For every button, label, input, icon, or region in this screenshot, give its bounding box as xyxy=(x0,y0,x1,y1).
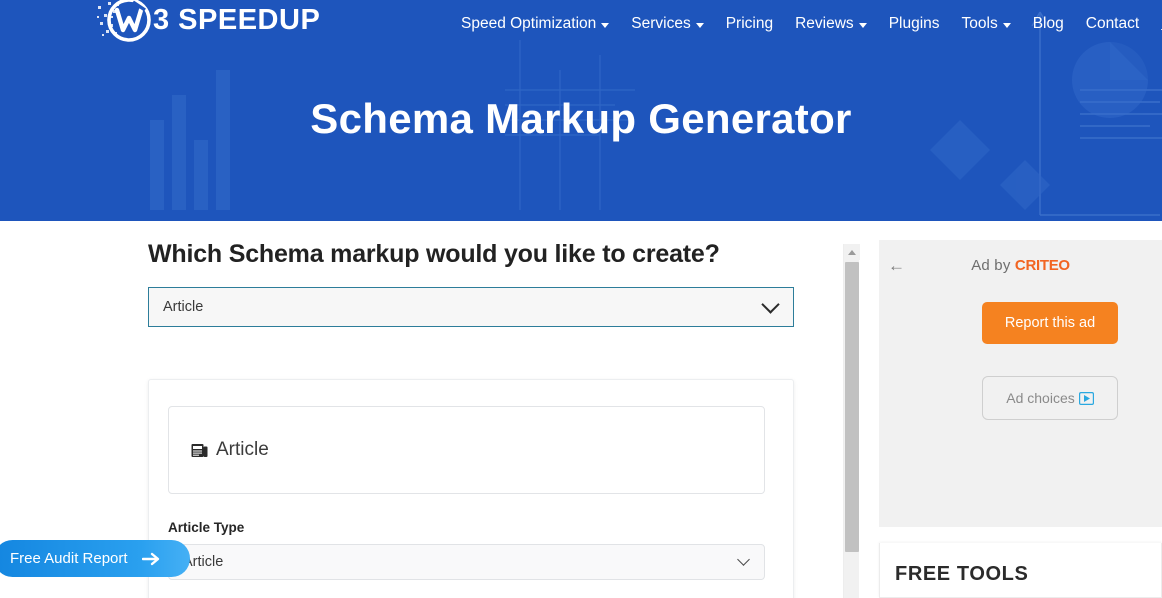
site-logo[interactable]: 3 SPEEDUP xyxy=(95,0,320,46)
nav-label: Contact xyxy=(1085,15,1140,32)
chevron-down-icon xyxy=(737,553,750,566)
logo-text: 3 SPEEDUP xyxy=(153,3,321,36)
schema-form-card: Article Article Type Article xyxy=(148,379,794,598)
nav-item-plugins[interactable]: Plugins xyxy=(878,0,951,48)
w3-speedup-logo-icon xyxy=(95,0,151,46)
article-card-label-wrap: Article xyxy=(191,439,269,461)
schema-type-select[interactable]: Article xyxy=(148,287,794,327)
chevron-down-icon xyxy=(695,22,704,28)
chevron-down-icon xyxy=(761,295,780,314)
report-this-ad-button[interactable]: Report this ad xyxy=(982,302,1118,344)
nav-label: Plugins xyxy=(888,15,940,32)
main-content: Which Schema markup would you like to cr… xyxy=(148,240,794,598)
nav-item-blog[interactable]: Blog xyxy=(1022,0,1075,48)
article-type-label: Article Type xyxy=(168,520,245,535)
scrollbar-thumb[interactable] xyxy=(845,262,859,552)
chevron-down-icon xyxy=(601,22,610,28)
arrow-right-icon xyxy=(141,552,159,565)
chevron-down-icon xyxy=(858,22,867,28)
nav-label: Blog xyxy=(1032,15,1064,32)
ad-header: ← Ad by CRITEO xyxy=(879,248,1162,280)
nav-label: Services xyxy=(631,15,691,32)
ad-scrollbar[interactable] xyxy=(843,244,860,598)
ad-by-prefix: Ad by xyxy=(971,257,1015,274)
ad-attribution: Ad by CRITEO xyxy=(879,257,1162,274)
nav-item-reviews[interactable]: Reviews xyxy=(784,0,878,48)
hero-banner: 3 SPEEDUP Speed Optimization Services Pr… xyxy=(0,0,1162,221)
adchoices-icon xyxy=(1078,391,1094,405)
nav-item-services[interactable]: Services xyxy=(620,0,714,48)
ad-choices-label: Ad choices xyxy=(1006,390,1075,406)
page-title: Schema Markup Generator xyxy=(310,95,852,142)
schema-type-value: Article xyxy=(163,299,204,315)
nav-item-tools[interactable]: Tools xyxy=(951,0,1022,48)
chevron-down-icon xyxy=(1002,22,1011,28)
free-audit-report-label: Free Audit Report xyxy=(10,550,128,567)
nav-item-speed-optimization[interactable]: Speed Optimization xyxy=(450,0,620,48)
question-heading: Which Schema markup would you like to cr… xyxy=(148,240,720,268)
nav-label: Pricing xyxy=(725,15,774,32)
criteo-brand: CRITEO xyxy=(1014,257,1070,274)
nav-label: Reviews xyxy=(795,15,854,32)
article-type-card[interactable]: Article xyxy=(168,406,765,494)
free-tools-title: FREE TOOLS xyxy=(895,563,1029,585)
scroll-up-arrow-icon[interactable] xyxy=(844,244,860,260)
free-audit-report-button[interactable]: Free Audit Report xyxy=(0,540,190,577)
article-type-select[interactable]: Article xyxy=(168,544,765,580)
nav-label: Speed Optimization xyxy=(461,15,597,32)
nav-item-login[interactable]: L xyxy=(1150,0,1162,48)
nav-menu: Speed Optimization Services Pricing Revi… xyxy=(450,0,1162,48)
ad-panel: ← Ad by CRITEO Report this ad Ad choices xyxy=(879,240,1162,527)
ad-choices-button[interactable]: Ad choices xyxy=(982,376,1118,420)
free-tools-card: FREE TOOLS xyxy=(879,543,1162,598)
article-icon xyxy=(191,443,208,457)
navbar: 3 SPEEDUP Speed Optimization Services Pr… xyxy=(0,0,1162,48)
article-card-title: Article xyxy=(216,439,269,460)
nav-label: Tools xyxy=(961,15,998,32)
nav-item-contact[interactable]: Contact xyxy=(1075,0,1150,48)
nav-item-pricing[interactable]: Pricing xyxy=(715,0,784,48)
